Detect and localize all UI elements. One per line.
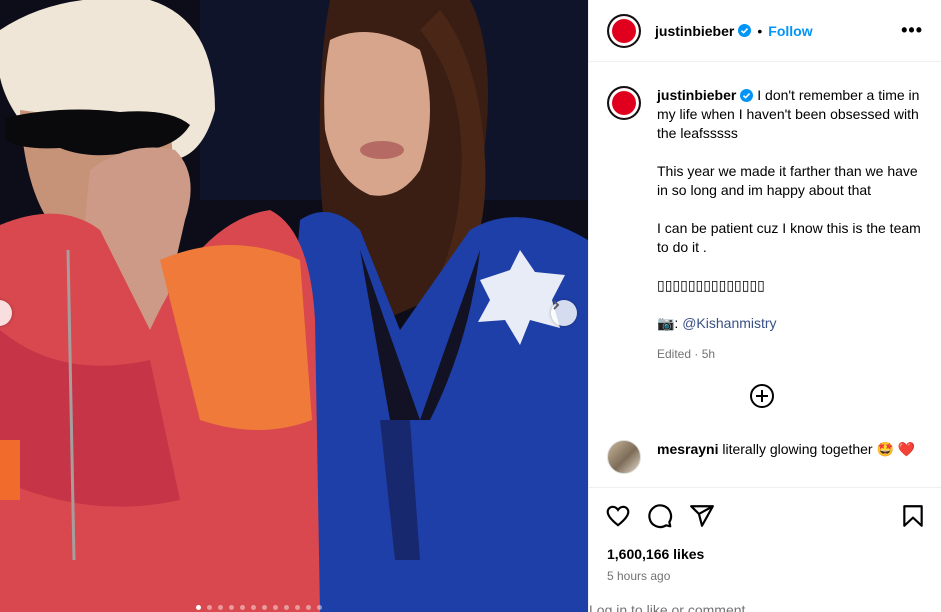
post-header: justinbieber • Follow ••• <box>589 0 941 62</box>
carousel-dot <box>317 605 322 610</box>
caption-author-avatar[interactable] <box>607 86 641 120</box>
more-options-button[interactable]: ••• <box>901 20 923 41</box>
login-prompt[interactable]: Log in to like or comment. <box>589 602 749 612</box>
action-bar <box>589 487 941 543</box>
carousel-dot <box>295 605 300 610</box>
caption-emoji-line: ▯▯▯▯▯▯▯▯▯▯▯▯▯▯ <box>657 277 765 293</box>
post-side-panel: justinbieber • Follow ••• justinbieber I… <box>588 0 941 612</box>
post-image <box>0 0 588 612</box>
carousel-dot <box>207 605 212 610</box>
commenter-username[interactable]: mesrayni <box>657 441 718 457</box>
carousel-dot <box>306 605 311 610</box>
carousel-dot <box>273 605 278 610</box>
carousel-dot <box>218 605 223 610</box>
caption-line: This year we made it farther than we hav… <box>657 163 918 198</box>
bookmark-icon[interactable] <box>900 503 926 529</box>
caption-body: justinbieber I don't remember a time in … <box>657 86 925 364</box>
next-image-button[interactable] <box>551 300 577 326</box>
add-comment-icon[interactable] <box>749 383 775 409</box>
chevron-right-icon <box>553 300 560 310</box>
post-caption: justinbieber I don't remember a time in … <box>607 86 927 364</box>
verified-badge-icon <box>740 89 754 102</box>
comment-item: mesrayni literally glowing together 🤩 ❤️ <box>607 440 927 474</box>
carousel-dot <box>196 605 201 610</box>
comment-body: mesrayni literally glowing together 🤩 ❤️ <box>657 440 915 474</box>
carousel-dot <box>229 605 234 610</box>
author-avatar[interactable] <box>607 13 641 48</box>
heart-icon[interactable] <box>605 503 631 529</box>
verified-badge-icon <box>738 24 752 37</box>
photo-credit-link[interactable]: @Kishanmistry <box>682 315 776 331</box>
camera-label: 📷: <box>657 315 683 331</box>
caption-paragraph: justinbieber I don't remember a time in … <box>657 86 925 143</box>
post-timestamp: 5 hours ago <box>607 569 671 583</box>
header-separator: • <box>757 22 763 39</box>
caption-credit-line: 📷: @Kishanmistry <box>657 314 925 333</box>
commenter-avatar[interactable] <box>607 440 641 474</box>
post-photo <box>0 0 588 612</box>
comment-text: literally glowing together 🤩 ❤️ <box>722 441 916 457</box>
comment-icon[interactable] <box>647 503 673 529</box>
carousel-indicator <box>196 605 322 610</box>
like-count[interactable]: 1,600,166 likes <box>607 546 704 562</box>
carousel-dot <box>262 605 267 610</box>
share-icon[interactable] <box>689 503 715 529</box>
carousel-dot <box>240 605 245 610</box>
carousel-dot <box>251 605 256 610</box>
caption-line: I can be patient cuz I know this is the … <box>657 220 921 255</box>
carousel-dot <box>284 605 289 610</box>
author-username[interactable]: justinbieber <box>655 23 734 39</box>
follow-button[interactable]: Follow <box>768 23 812 39</box>
edited-timestamp: Edited · 5h <box>657 347 716 361</box>
caption-author-username[interactable]: justinbieber <box>657 87 736 103</box>
